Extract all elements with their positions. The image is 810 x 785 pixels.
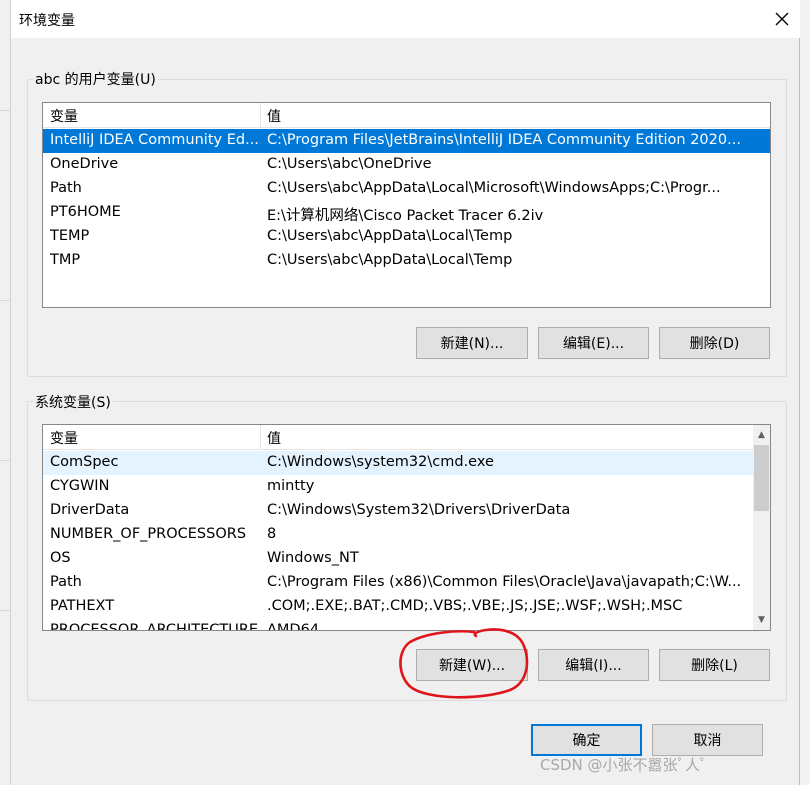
table-row[interactable]: TEMP C:\Users\abc\AppData\Local\Temp <box>43 225 770 249</box>
title-bar: 环境变量 <box>11 0 800 38</box>
variable-value: 8 <box>267 526 277 542</box>
variable-value: AMD64 <box>267 622 320 631</box>
ok-button[interactable]: 确定 <box>531 724 642 756</box>
user-vars-list[interactable]: 变量 值 IntelliJ IDEA Community Ed... C:\Pro… <box>42 102 771 308</box>
variable-name: TMP <box>50 252 81 268</box>
user-new-button[interactable]: 新建(N)... <box>416 327 528 359</box>
user-edit-button[interactable]: 编辑(E)... <box>538 327 649 359</box>
variable-name: DriverData <box>50 502 130 518</box>
variable-name: PATHEXT <box>50 598 115 614</box>
user-vars-label: abc 的用户变量(U) <box>33 69 158 89</box>
variable-name: NUMBER_OF_PROCESSORS <box>50 526 247 542</box>
close-button[interactable] <box>765 3 799 35</box>
list-header: 变量 值 <box>43 425 770 450</box>
system-vars-label: 系统变量(S) <box>33 392 113 412</box>
table-row[interactable]: ComSpec C:\Windows\system32\cmd.exe <box>43 451 753 475</box>
table-row[interactable]: OneDrive C:\Users\abc\OneDrive <box>43 153 770 177</box>
table-row[interactable]: Path C:\Program Files (x86)\Common Files\… <box>43 571 753 595</box>
variable-name: TEMP <box>50 228 90 244</box>
variable-value: mintty <box>267 478 315 494</box>
scrollbar-thumb[interactable] <box>754 445 769 511</box>
system-edit-button[interactable]: 编辑(I)... <box>538 649 649 681</box>
table-row[interactable]: NUMBER_OF_PROCESSORS 8 <box>43 523 753 547</box>
chevron-down-icon[interactable]: ▼ <box>753 611 770 628</box>
variable-value: C:\Windows\System32\Drivers\DriverData <box>267 502 571 518</box>
table-row[interactable]: DriverData C:\Windows\System32\Drivers\Dr… <box>43 499 753 523</box>
variable-name: PT6HOME <box>50 204 121 220</box>
variable-value: C:\Users\abc\AppData\Local\Temp <box>267 252 513 268</box>
variable-value: C:\Program Files\JetBrains\IntelliJ IDEA… <box>267 132 741 148</box>
column-header-value[interactable]: 值 <box>267 428 281 448</box>
variable-value: E:\计算机网络\Cisco Packet Tracer 6.2iv <box>267 208 544 224</box>
variable-name: PROCESSOR_ARCHITECTURE <box>50 622 258 631</box>
variable-name: CYGWIN <box>50 478 110 494</box>
watermark: CSDN @小张不嚣张ﾟ人ﾟ <box>540 756 708 774</box>
variable-name: Path <box>50 180 82 196</box>
table-row[interactable]: PT6HOME E:\计算机网络\Cisco Packet Tracer 6.2i… <box>43 201 770 225</box>
background-window-right <box>800 0 810 785</box>
variable-value: Windows_NT <box>267 550 359 566</box>
column-header-variable[interactable]: 变量 <box>50 428 78 448</box>
system-new-button[interactable]: 新建(W)... <box>416 649 528 681</box>
column-header-variable[interactable]: 变量 <box>50 106 78 126</box>
variable-value: C:\Program Files (x86)\Common Files\Orac… <box>267 574 742 590</box>
table-row[interactable]: Path C:\Users\abc\AppData\Local\Microsoft… <box>43 177 770 201</box>
variable-name: ComSpec <box>50 454 119 470</box>
table-row[interactable]: IntelliJ IDEA Community Ed... C:\Program … <box>43 129 770 153</box>
variable-name: IntelliJ IDEA Community Ed... <box>50 132 258 148</box>
system-vars-list[interactable]: 变量 值 ComSpec C:\Windows\system32\cmd.exe C… <box>42 424 771 631</box>
user-delete-button[interactable]: 删除(D) <box>659 327 770 359</box>
vertical-scrollbar[interactable]: ▲ ▼ <box>753 425 770 630</box>
table-row[interactable]: TMP C:\Users\abc\AppData\Local\Temp <box>43 249 770 273</box>
environment-variables-dialog: 环境变量 abc 的用户变量(U) 变量 值 IntelliJ IDEA Com… <box>10 0 800 785</box>
variable-value: C:\Users\abc\OneDrive <box>267 156 432 172</box>
variable-name: OS <box>50 550 71 566</box>
list-header: 变量 值 <box>43 103 770 128</box>
background-window-left <box>0 0 10 785</box>
table-row[interactable]: PATHEXT .COM;.EXE;.BAT;.CMD;.VBS;.VBE;.JS… <box>43 595 753 619</box>
table-row[interactable]: PROCESSOR_ARCHITECTURE AMD64 <box>43 619 753 631</box>
variable-value: C:\Users\abc\AppData\Local\Temp <box>267 228 513 244</box>
variable-value: C:\Windows\system32\cmd.exe <box>267 454 494 470</box>
variable-value: .COM;.EXE;.BAT;.CMD;.VBS;.VBE;.JS;.JSE;.… <box>267 598 683 614</box>
window-title: 环境变量 <box>19 13 75 29</box>
variable-name: OneDrive <box>50 156 119 172</box>
variable-name: Path <box>50 574 82 590</box>
close-icon <box>775 12 789 26</box>
table-row[interactable]: OS Windows_NT <box>43 547 753 571</box>
cancel-button[interactable]: 取消 <box>652 724 763 756</box>
system-delete-button[interactable]: 删除(L) <box>659 649 770 681</box>
table-row[interactable]: CYGWIN mintty <box>43 475 753 499</box>
column-header-value[interactable]: 值 <box>267 106 281 126</box>
variable-value: C:\Users\abc\AppData\Local\Microsoft\Win… <box>267 180 721 196</box>
chevron-up-icon[interactable]: ▲ <box>753 426 770 443</box>
